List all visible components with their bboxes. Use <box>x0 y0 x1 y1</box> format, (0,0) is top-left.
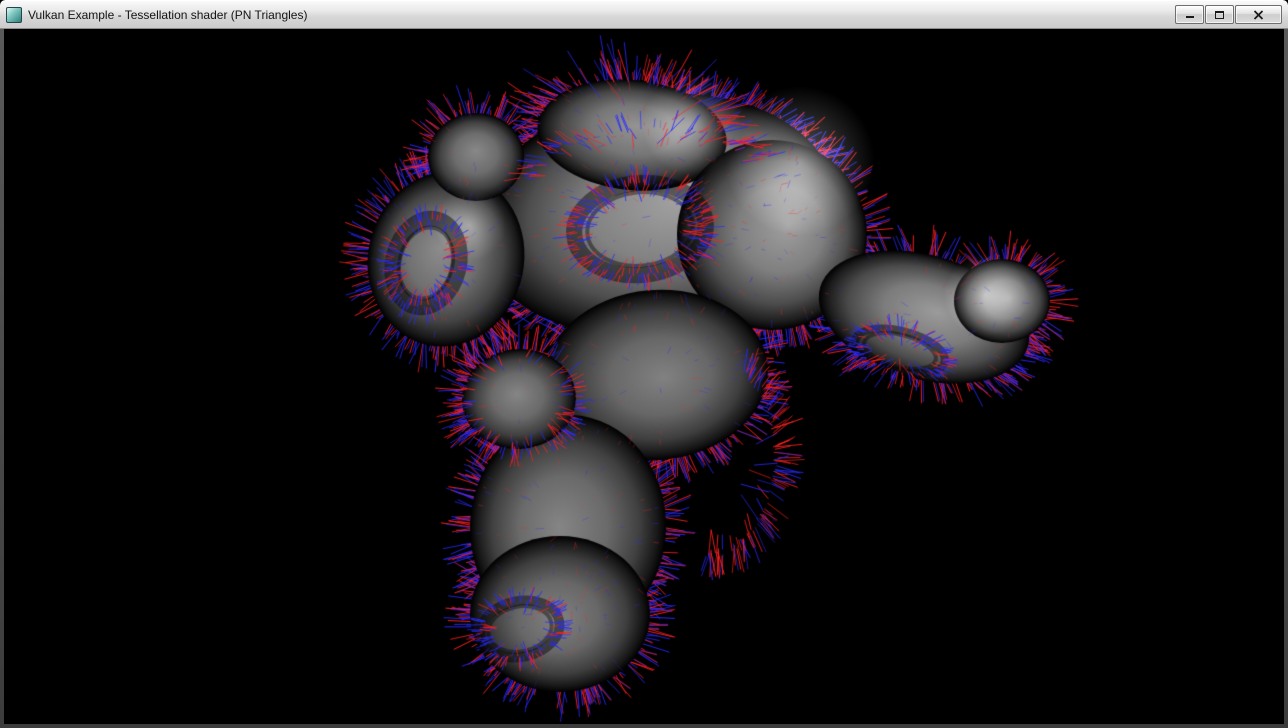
close-button[interactable] <box>1235 5 1282 24</box>
minimize-button[interactable] <box>1175 5 1204 24</box>
maximize-icon <box>1214 10 1225 20</box>
close-icon <box>1253 10 1264 20</box>
caption-buttons <box>1175 5 1282 24</box>
app-window: Vulkan Example - Tessellation shader (PN… <box>0 0 1288 728</box>
window-title: Vulkan Example - Tessellation shader (PN… <box>28 8 1167 22</box>
render-canvas[interactable] <box>4 29 1284 724</box>
titlebar[interactable]: Vulkan Example - Tessellation shader (PN… <box>0 0 1288 29</box>
window-frame <box>0 29 1288 728</box>
minimize-icon <box>1185 10 1195 19</box>
maximize-button[interactable] <box>1205 5 1234 24</box>
app-icon <box>6 7 22 23</box>
